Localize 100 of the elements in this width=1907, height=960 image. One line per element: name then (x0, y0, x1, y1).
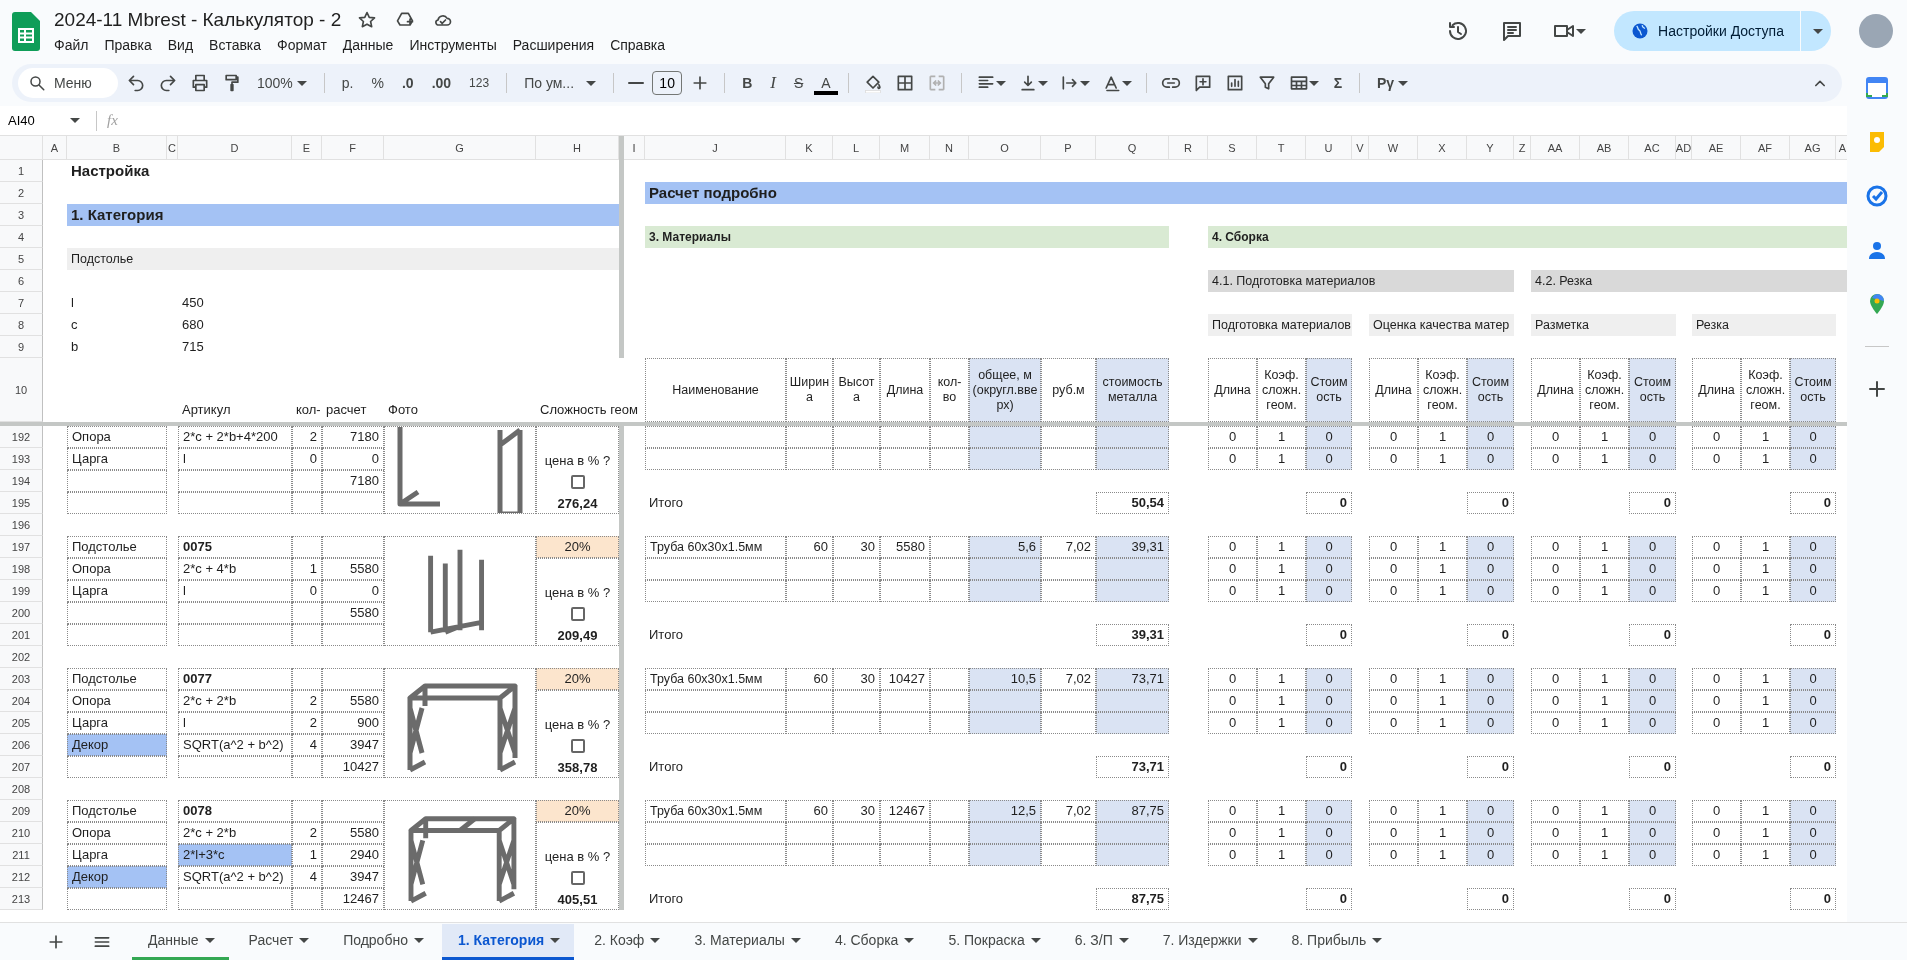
menu-item[interactable]: Формат (270, 34, 334, 55)
column-header[interactable]: Q (1096, 136, 1169, 160)
row-header[interactable]: 204 (0, 690, 43, 712)
column-header[interactable]: T (1257, 136, 1306, 160)
font-dropdown[interactable]: По ум... (517, 71, 604, 95)
row-header[interactable]: 213 (0, 888, 43, 910)
checkbox[interactable] (570, 475, 585, 489)
column-header[interactable]: G (384, 136, 536, 160)
document-title[interactable]: 2024-11 Mbrest - Калькулятор - 2 (54, 8, 342, 31)
row-header[interactable]: 3 (0, 204, 43, 226)
caret-icon[interactable] (1813, 28, 1823, 34)
sheet-tab[interactable]: 1. Категория (441, 923, 575, 960)
increase-decimals-button[interactable]: .00 (424, 71, 459, 95)
column-header[interactable]: W (1369, 136, 1418, 160)
row-header[interactable]: 5 (0, 248, 43, 270)
row-header[interactable]: 202 (0, 646, 43, 668)
row-header[interactable]: 205 (0, 712, 43, 734)
column-header[interactable]: R (1169, 136, 1208, 160)
more-formats-button[interactable]: 123 (462, 72, 497, 94)
row-header[interactable]: 7 (0, 292, 43, 314)
row-header[interactable]: 197 (0, 536, 43, 558)
column-header[interactable]: B (67, 136, 167, 160)
menu-item[interactable]: Справка (603, 34, 673, 55)
row-header[interactable]: 9 (0, 336, 43, 358)
text-color-button[interactable]: A (814, 71, 838, 95)
row-header[interactable]: 207 (0, 756, 43, 778)
sheet-tab[interactable]: 5. Покраска (932, 923, 1055, 960)
column-header[interactable]: N (930, 136, 969, 160)
column-header[interactable]: J (645, 136, 786, 160)
menu-item[interactable]: Файл (47, 34, 96, 55)
checkbox[interactable] (570, 607, 585, 621)
row-header[interactable]: 196 (0, 514, 43, 536)
column-header[interactable]: C (167, 136, 178, 160)
row-header[interactable]: 201 (0, 624, 43, 646)
row-header[interactable]: 10 (0, 358, 43, 422)
row-header[interactable]: 193 (0, 448, 43, 470)
column-header[interactable]: L (833, 136, 880, 160)
search-field[interactable]: Меню (18, 68, 118, 98)
zoom-dropdown[interactable]: 100% (250, 71, 314, 95)
row-header[interactable]: 209 (0, 800, 43, 822)
column-header[interactable]: V (1352, 136, 1369, 160)
menu-item[interactable]: Данные (335, 34, 401, 55)
check-circle-icon[interactable] (1865, 184, 1889, 208)
italic-button[interactable]: I (763, 69, 783, 97)
bold-button[interactable]: B (735, 71, 760, 95)
percent-format-button[interactable]: % (364, 71, 391, 95)
share-button[interactable]: Настройки Доступа (1614, 11, 1831, 51)
row-header[interactable]: 2 (0, 182, 43, 204)
row-header[interactable]: 210 (0, 822, 43, 844)
sheet-tab[interactable]: Подробно (327, 923, 438, 960)
row-header[interactable]: 211 (0, 844, 43, 866)
column-header[interactable]: AC (1629, 136, 1676, 160)
menu-item[interactable]: Вид (160, 34, 201, 55)
row-header[interactable]: 203 (0, 668, 43, 690)
functions-button[interactable]: Σ (1326, 71, 1350, 95)
menu-item[interactable]: Правка (97, 34, 159, 55)
row-header[interactable]: 206 (0, 734, 43, 756)
star-icon[interactable] (357, 9, 378, 30)
font-size-field[interactable]: 10 (652, 71, 683, 95)
row-header[interactable]: 200 (0, 602, 43, 624)
column-header[interactable]: P (1041, 136, 1096, 160)
sheet-tab[interactable]: Данные (132, 923, 229, 960)
sheet-tab[interactable]: 8. Прибыль (1275, 923, 1397, 960)
column-header[interactable]: M (880, 136, 930, 160)
column-header[interactable]: AE (1692, 136, 1741, 160)
sheet-tab[interactable]: 4. Сборка (818, 923, 929, 960)
column-header[interactable]: U (1306, 136, 1352, 160)
column-header[interactable]: AG (1790, 136, 1836, 160)
name-box[interactable]: AI40 (0, 113, 86, 128)
column-header[interactable]: I (624, 136, 645, 160)
row-header[interactable]: 212 (0, 866, 43, 888)
checkbox[interactable] (570, 871, 585, 885)
menu-item[interactable]: Вставка (202, 34, 269, 55)
row-header[interactable]: 208 (0, 778, 43, 800)
row-header[interactable]: 198 (0, 558, 43, 580)
column-header[interactable]: A (43, 136, 67, 160)
row-header[interactable]: 4 (0, 226, 43, 248)
sheet-tab[interactable]: 2. Коэф (578, 923, 675, 960)
input-tools-button[interactable]: Pγ (1370, 71, 1416, 95)
sheet-tab[interactable]: Расчет (232, 923, 324, 960)
decrease-decimals-button[interactable]: .0 (394, 71, 421, 95)
column-header[interactable]: O (969, 136, 1041, 160)
sheet-tab[interactable]: 3. Материалы (678, 923, 815, 960)
column-header[interactable]: X (1418, 136, 1467, 160)
row-header[interactable]: 195 (0, 492, 43, 514)
column-header[interactable]: F (322, 136, 384, 160)
row-header[interactable]: 199 (0, 580, 43, 602)
column-header[interactable]: AD (1676, 136, 1692, 160)
row-header[interactable]: 1 (0, 160, 43, 182)
column-header[interactable]: D (178, 136, 292, 160)
calendar-icon[interactable] (1865, 76, 1889, 100)
column-header[interactable]: Z (1514, 136, 1531, 160)
row-header[interactable]: 8 (0, 314, 43, 336)
menu-item[interactable]: Расширения (505, 34, 602, 55)
column-header[interactable]: S (1208, 136, 1257, 160)
row-header[interactable]: 192 (0, 426, 43, 448)
menu-item[interactable]: Инструменты (402, 34, 504, 55)
row-header[interactable]: 6 (0, 270, 43, 292)
column-header[interactable]: AA (1531, 136, 1580, 160)
strikethrough-button[interactable]: S (786, 71, 811, 95)
